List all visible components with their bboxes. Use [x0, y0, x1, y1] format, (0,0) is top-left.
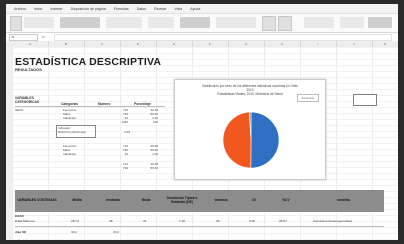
menu-data[interactable]: Datos: [137, 7, 146, 11]
media-value: 28.74: [71, 219, 79, 223]
ratio-description: Razón hombre/mujer: [58, 130, 87, 134]
pie-svg: [222, 111, 280, 169]
menu-help[interactable]: Ayuda: [190, 7, 200, 11]
number-group[interactable]: [148, 17, 174, 28]
count-total: 1442: [121, 120, 128, 124]
continuous-header-row: VARIABLES CONTINUAS Media mediana Moda D…: [15, 190, 384, 212]
percent-value: 50.62: [150, 166, 158, 170]
clipboard-group[interactable]: [24, 17, 54, 28]
pct-cv-value: 25.57: [279, 219, 287, 223]
cv-value: 0.26: [249, 219, 256, 223]
header-simetria: simetría: [337, 198, 350, 203]
selected-cell[interactable]: [353, 94, 377, 106]
count-value: 10: [124, 152, 128, 156]
variable-name: SEXO: [15, 108, 24, 112]
menu-bar: Archivo Inicio Insertar Disposición de p…: [6, 4, 398, 14]
paste-button[interactable]: [10, 16, 22, 31]
font-group[interactable]: [60, 17, 100, 28]
mediana-value: 28: [109, 219, 113, 223]
category-label: Indefinido: [63, 116, 77, 120]
editing-group[interactable]: [340, 17, 364, 28]
row-label: Edad Materna: [15, 219, 35, 223]
header-mediana: mediana: [106, 198, 120, 203]
menu-review[interactable]: Revisar: [154, 7, 166, 11]
wrap-text-button[interactable]: [180, 17, 210, 28]
table-row: dias SE 33.2 33.3: [15, 230, 384, 236]
header-desviacion: Desviación Típica o Estándar (DE): [166, 196, 198, 204]
mediana-value: 33.3: [113, 230, 120, 234]
varianza-value: 26: [216, 219, 220, 223]
category-label: Indefinido: [63, 152, 77, 156]
simetria-value: Asimétrica (heterogeneidad): [313, 219, 352, 223]
excel-window: Archivo Inicio Insertar Disposición de p…: [6, 4, 398, 240]
row-label: dias SE: [15, 230, 27, 234]
header-pct-cv: %CV: [282, 198, 290, 203]
ratio-value: 1.03: [124, 130, 130, 134]
name-box[interactable]: J7: [9, 33, 38, 41]
sort-filter-button[interactable]: [368, 17, 392, 28]
menu-home[interactable]: Inicio: [34, 7, 42, 11]
menu-formulas[interactable]: Fórmulas: [114, 7, 129, 11]
alignment-group[interactable]: [106, 17, 142, 28]
fx-icon[interactable]: fx: [42, 35, 50, 39]
menu-view[interactable]: Vista: [174, 7, 182, 11]
conditional-format-button[interactable]: [262, 16, 276, 31]
menu-file[interactable]: Archivo: [14, 7, 26, 11]
header-varianza: varianza: [214, 198, 228, 203]
formula-input[interactable]: [54, 33, 392, 41]
header-cv: CV: [251, 198, 257, 203]
row-label: EDAD: [15, 214, 24, 218]
media-value: 33.2: [71, 230, 78, 234]
menu-insert[interactable]: Insertar: [50, 7, 62, 11]
percent-value: 1.00: [152, 152, 158, 156]
table-row: Edad Materna 28.74 28 31 7.26 26 0.26 25…: [15, 219, 384, 225]
header-moda: Moda: [141, 198, 151, 203]
count-value: 730: [122, 166, 128, 170]
header-divider: [15, 106, 165, 107]
ribbon-toolbar: [6, 14, 398, 33]
header-media: Media: [72, 198, 82, 203]
pie-chart[interactable]: Distribución por sexo de los diferentes …: [174, 79, 326, 180]
styles-group[interactable]: [216, 17, 256, 28]
cells-group[interactable]: [304, 17, 334, 28]
desviacion-value: 7.26: [179, 219, 186, 223]
format-table-button[interactable]: [278, 16, 292, 31]
header-variables-continuas: VARIABLES CONTINUAS: [17, 198, 57, 203]
percent-total: 100: [152, 120, 158, 124]
page-subtitle: RESULTADOS: [15, 67, 42, 72]
categorical-section-label: VARIABLES CATEGÓRICAS: [15, 96, 40, 104]
pie-slice-femenino[interactable]: [222, 111, 252, 169]
moda-value: 31: [143, 219, 147, 223]
pie-slice-masc[interactable]: [250, 111, 280, 169]
menu-page-layout[interactable]: Disposición de página: [71, 7, 106, 11]
row-divider: [15, 226, 384, 227]
